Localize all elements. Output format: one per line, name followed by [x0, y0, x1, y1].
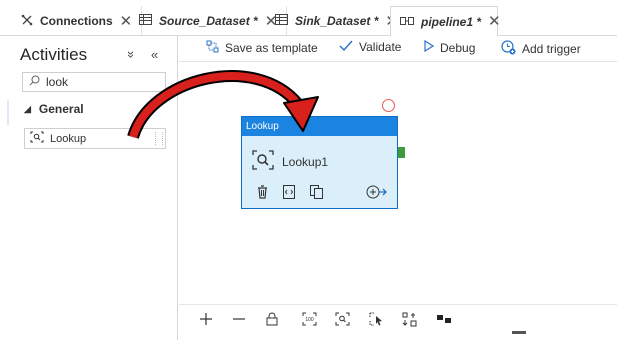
- save-as-template-button[interactable]: Save as template: [206, 40, 318, 56]
- panel-title: Activities: [20, 45, 88, 64]
- group-general[interactable]: ◢ General: [24, 102, 84, 116]
- tab-label: Sink_Dataset *: [295, 14, 379, 28]
- tab-label: Connections: [40, 14, 113, 28]
- zoom-in-icon[interactable]: [197, 310, 215, 328]
- node-name: Lookup1: [282, 154, 329, 169]
- delete-icon[interactable]: [257, 185, 268, 204]
- button-label: Save as template: [225, 41, 318, 55]
- tab-label: Source_Dataset *: [159, 14, 258, 28]
- play-icon: [424, 39, 435, 55]
- node-action-bar: [255, 185, 390, 201]
- tab-bar: Connections ✕ Source_Dataset * ✕ Sink_Da…: [0, 0, 617, 37]
- table-icon: [139, 14, 152, 28]
- table-icon: [275, 14, 288, 28]
- close-icon[interactable]: ✕: [488, 14, 501, 29]
- lookup-icon: [252, 150, 274, 173]
- activity-label: Lookup: [50, 132, 87, 145]
- tab-connections[interactable]: Connections ✕: [12, 6, 143, 36]
- zoom-100-icon[interactable]: 100: [300, 310, 318, 328]
- tab-label: pipeline1 *: [421, 14, 482, 29]
- auto-align-icon[interactable]: [400, 310, 418, 328]
- tab-source-dataset[interactable]: Source_Dataset * ✕: [130, 6, 288, 36]
- search-input[interactable]: [46, 75, 156, 89]
- code-icon[interactable]: [283, 185, 295, 204]
- activity-lookup[interactable]: Lookup: [24, 128, 166, 149]
- add-trigger-button[interactable]: Add trigger: [501, 40, 581, 58]
- node-body: Lookup1: [252, 150, 328, 173]
- drag-handle[interactable]: [155, 132, 163, 145]
- search-icon: [29, 73, 40, 91]
- zoom-out-icon[interactable]: [230, 310, 248, 328]
- tab-sink-dataset[interactable]: Sink_Dataset * ✕: [266, 6, 408, 36]
- selection-indicator: [7, 100, 9, 125]
- node-header: Lookup: [242, 117, 397, 136]
- button-label: Debug: [440, 40, 476, 55]
- lock-icon[interactable]: [263, 310, 281, 328]
- lookup-icon: [30, 131, 44, 146]
- failure-output-handle[interactable]: [382, 99, 395, 112]
- tab-pipeline1[interactable]: pipeline1 * ✕: [390, 6, 501, 37]
- svg-text:100: 100: [305, 317, 314, 323]
- select-icon[interactable]: [367, 310, 385, 328]
- hide-panel-button[interactable]: «: [151, 47, 158, 62]
- lookup-activity-node[interactable]: Lookup Lookup1: [241, 116, 398, 209]
- pipeline-icon: [400, 15, 414, 29]
- trigger-icon: [501, 40, 516, 58]
- connections-icon: [21, 14, 33, 29]
- caret-down-icon: ◢: [24, 103, 31, 114]
- group-label: General: [38, 102, 84, 116]
- debug-button[interactable]: Debug: [424, 39, 476, 55]
- layout-icon[interactable]: [435, 310, 453, 328]
- add-output-icon[interactable]: [366, 185, 388, 204]
- template-icon: [206, 40, 219, 56]
- button-label: Add trigger: [522, 42, 581, 56]
- canvas-controls: 100: [179, 304, 617, 330]
- copy-icon[interactable]: [310, 185, 323, 204]
- collapse-all-button[interactable]: »: [124, 51, 139, 58]
- success-output-handle[interactable]: [398, 147, 405, 158]
- zoom-fit-icon[interactable]: [333, 310, 351, 328]
- search-box[interactable]: [22, 72, 166, 92]
- checkmark-icon: [339, 40, 353, 54]
- pipeline-toolbar: Save as template Validate Debug Add trig…: [179, 36, 617, 62]
- scrollbar-thumb[interactable]: [512, 331, 526, 334]
- button-label: Validate: [359, 40, 402, 54]
- validate-button[interactable]: Validate: [339, 40, 401, 54]
- activities-panel: Activities » « ◢ General Lookup: [0, 36, 178, 340]
